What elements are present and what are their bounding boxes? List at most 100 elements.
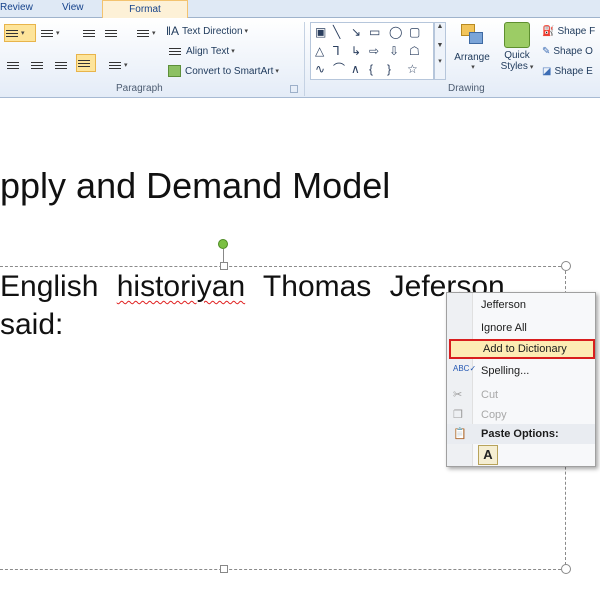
callout-shape-icon[interactable]: ☖ [409,45,420,57]
menu-item-suggestion[interactable]: Jefferson [447,295,595,315]
scissors-icon: ✂ [453,389,463,401]
resize-handle-top[interactable] [220,262,228,270]
justify-button[interactable] [76,54,96,72]
paragraph-group-label: Paragraph [116,83,163,94]
paint-bucket-icon: ⛽ [542,25,555,37]
scroll-up-icon[interactable]: ▲ [435,23,445,30]
elbow-connector-shape-icon[interactable]: ⅂ [333,45,340,57]
tab-review[interactable]: Review [0,2,33,13]
align-left-icon [6,59,20,71]
tab-format[interactable]: Format [102,0,188,19]
chevron-down-icon: ▾ [231,48,235,55]
convert-smartart-button[interactable]: Convert to SmartArt ▾ [168,62,300,80]
smartart-icon [168,65,181,77]
body-text-segment: English [0,270,117,303]
slide-title[interactable]: pply and Demand Model [0,165,390,207]
spelling-label: Spelling... [481,365,530,377]
menu-item-add-to-dictionary[interactable]: Add to Dictionary [449,339,595,359]
align-text-icon [168,45,182,57]
resize-handle-bottom-right[interactable] [561,564,571,574]
ignore-all-label: Ignore All [481,322,527,334]
arrange-icon [457,22,487,50]
arc-shape-icon[interactable]: ⌒ [333,63,345,75]
spell-check-icon: ABC✓ [453,364,477,373]
quick-styles-label-2: Styles [500,61,528,72]
text-direction-button[interactable]: ‖A Text Direction ▾ [166,22,278,40]
paste-options-label: Paste Options: [481,428,559,440]
chevron-down-icon: ▾ [21,30,25,37]
body-text-line-1[interactable]: English historiyan Thomas Jeferson [0,270,505,304]
align-center-icon [30,59,44,71]
text-direction-icon: ‖A [166,24,179,38]
bullets-button[interactable]: ▾ [4,24,36,42]
convert-smartart-label: Convert to SmartArt [185,65,274,77]
menu-item-paste-options: 📋 Paste Options: [447,424,595,444]
copy-icon: ❐ [453,409,463,421]
align-right-button[interactable] [54,56,70,74]
menu-item-ignore-all[interactable]: Ignore All [447,318,595,338]
add-to-dictionary-label: Add to Dictionary [483,343,567,355]
spelling-context-menu: Jefferson Ignore All Add to Dictionary A… [446,292,596,467]
bullets-icon [5,27,19,39]
down-arrow-shape-icon[interactable]: ⇩ [389,45,399,57]
decrease-indent-button[interactable] [82,24,98,42]
curve-shape-icon[interactable]: ∿ [315,63,325,75]
left-brace-shape-icon[interactable]: { [369,63,373,75]
line-spacing-button[interactable]: ▾ [136,24,162,42]
copy-label: Copy [481,409,507,421]
freeform-shape-icon[interactable]: ∧ [351,63,360,75]
quick-styles-icon [504,22,530,48]
right-arrow-shape-icon[interactable]: ⇨ [369,45,379,57]
tab-view[interactable]: View [62,2,84,13]
quick-styles-label-1: Quick [504,50,530,61]
gallery-scroll[interactable]: ▲ ▼ ▾ [434,22,446,80]
resize-handle-top-right[interactable] [561,261,571,271]
gallery-more-icon[interactable]: ▾ [435,57,445,65]
shape-fill-label: Shape F [557,25,596,37]
shape-effects-icon: ◪ [542,65,552,77]
scroll-down-icon[interactable]: ▼ [435,42,445,49]
align-center-button[interactable] [30,56,46,74]
rounded-rect-shape-icon[interactable]: ▢ [409,26,420,38]
group-separator [304,22,305,96]
body-text-line-2[interactable]: said: [0,308,63,342]
triangle-shape-icon[interactable]: △ [315,45,324,57]
shape-outline-button[interactable]: ✎ Shape O [542,42,600,60]
align-text-button[interactable]: Align Text ▾ [168,42,258,60]
paste-keep-text-button[interactable]: A [478,445,498,465]
misspelled-word[interactable]: historiyan [117,270,245,303]
oval-shape-icon[interactable]: ◯ [389,26,402,38]
resize-handle-bottom[interactable] [220,565,228,573]
columns-icon [108,59,122,71]
shape-effects-label: Shape E [554,65,593,77]
menu-item-cut: ✂ Cut [447,385,595,405]
justify-icon [77,57,91,69]
columns-button[interactable]: ▾ [108,56,134,74]
shape-effects-button[interactable]: ◪ Shape E [542,62,600,80]
quick-styles-button[interactable]: Quick Styles ▾ [496,22,538,72]
align-right-icon [54,59,68,71]
star-shape-icon[interactable]: ☆ [407,63,418,75]
increase-indent-button[interactable] [104,24,120,42]
right-brace-shape-icon[interactable]: } [387,63,391,75]
chevron-down-icon: ▾ [275,68,279,75]
textbox-shape-icon[interactable]: ▣ [315,26,326,38]
paragraph-launcher-icon[interactable] [290,85,298,93]
arrow-line-shape-icon[interactable]: ↘ [351,26,361,38]
ribbon-tab-bar: Review View Format [0,0,600,19]
chevron-down-icon: ▾ [152,30,156,37]
menu-item-spelling[interactable]: ABC✓ Spelling... [447,361,595,381]
arrange-button[interactable]: Arrange ▾ [450,22,494,71]
align-left-button[interactable] [6,56,22,74]
shape-fill-button[interactable]: ⛽ Shape F [542,22,600,40]
numbering-button[interactable]: ▾ [40,24,68,42]
elbow-arrow-shape-icon[interactable]: ↳ [351,45,361,57]
line-shape-icon[interactable]: ╲ [333,26,340,38]
shapes-gallery[interactable]: ▣ ╲ ↘ ▭ ◯ ▢ △ ⅂ ↳ ⇨ ⇩ ☖ ∿ ⌒ ∧ { } ☆ [310,22,434,80]
cut-label: Cut [481,389,499,401]
arrange-label: Arrange [454,52,490,63]
rotate-handle[interactable] [218,239,228,249]
rectangle-shape-icon[interactable]: ▭ [369,26,380,38]
increase-indent-icon [104,27,118,39]
menu-item-copy: ❐ Copy [447,405,595,425]
